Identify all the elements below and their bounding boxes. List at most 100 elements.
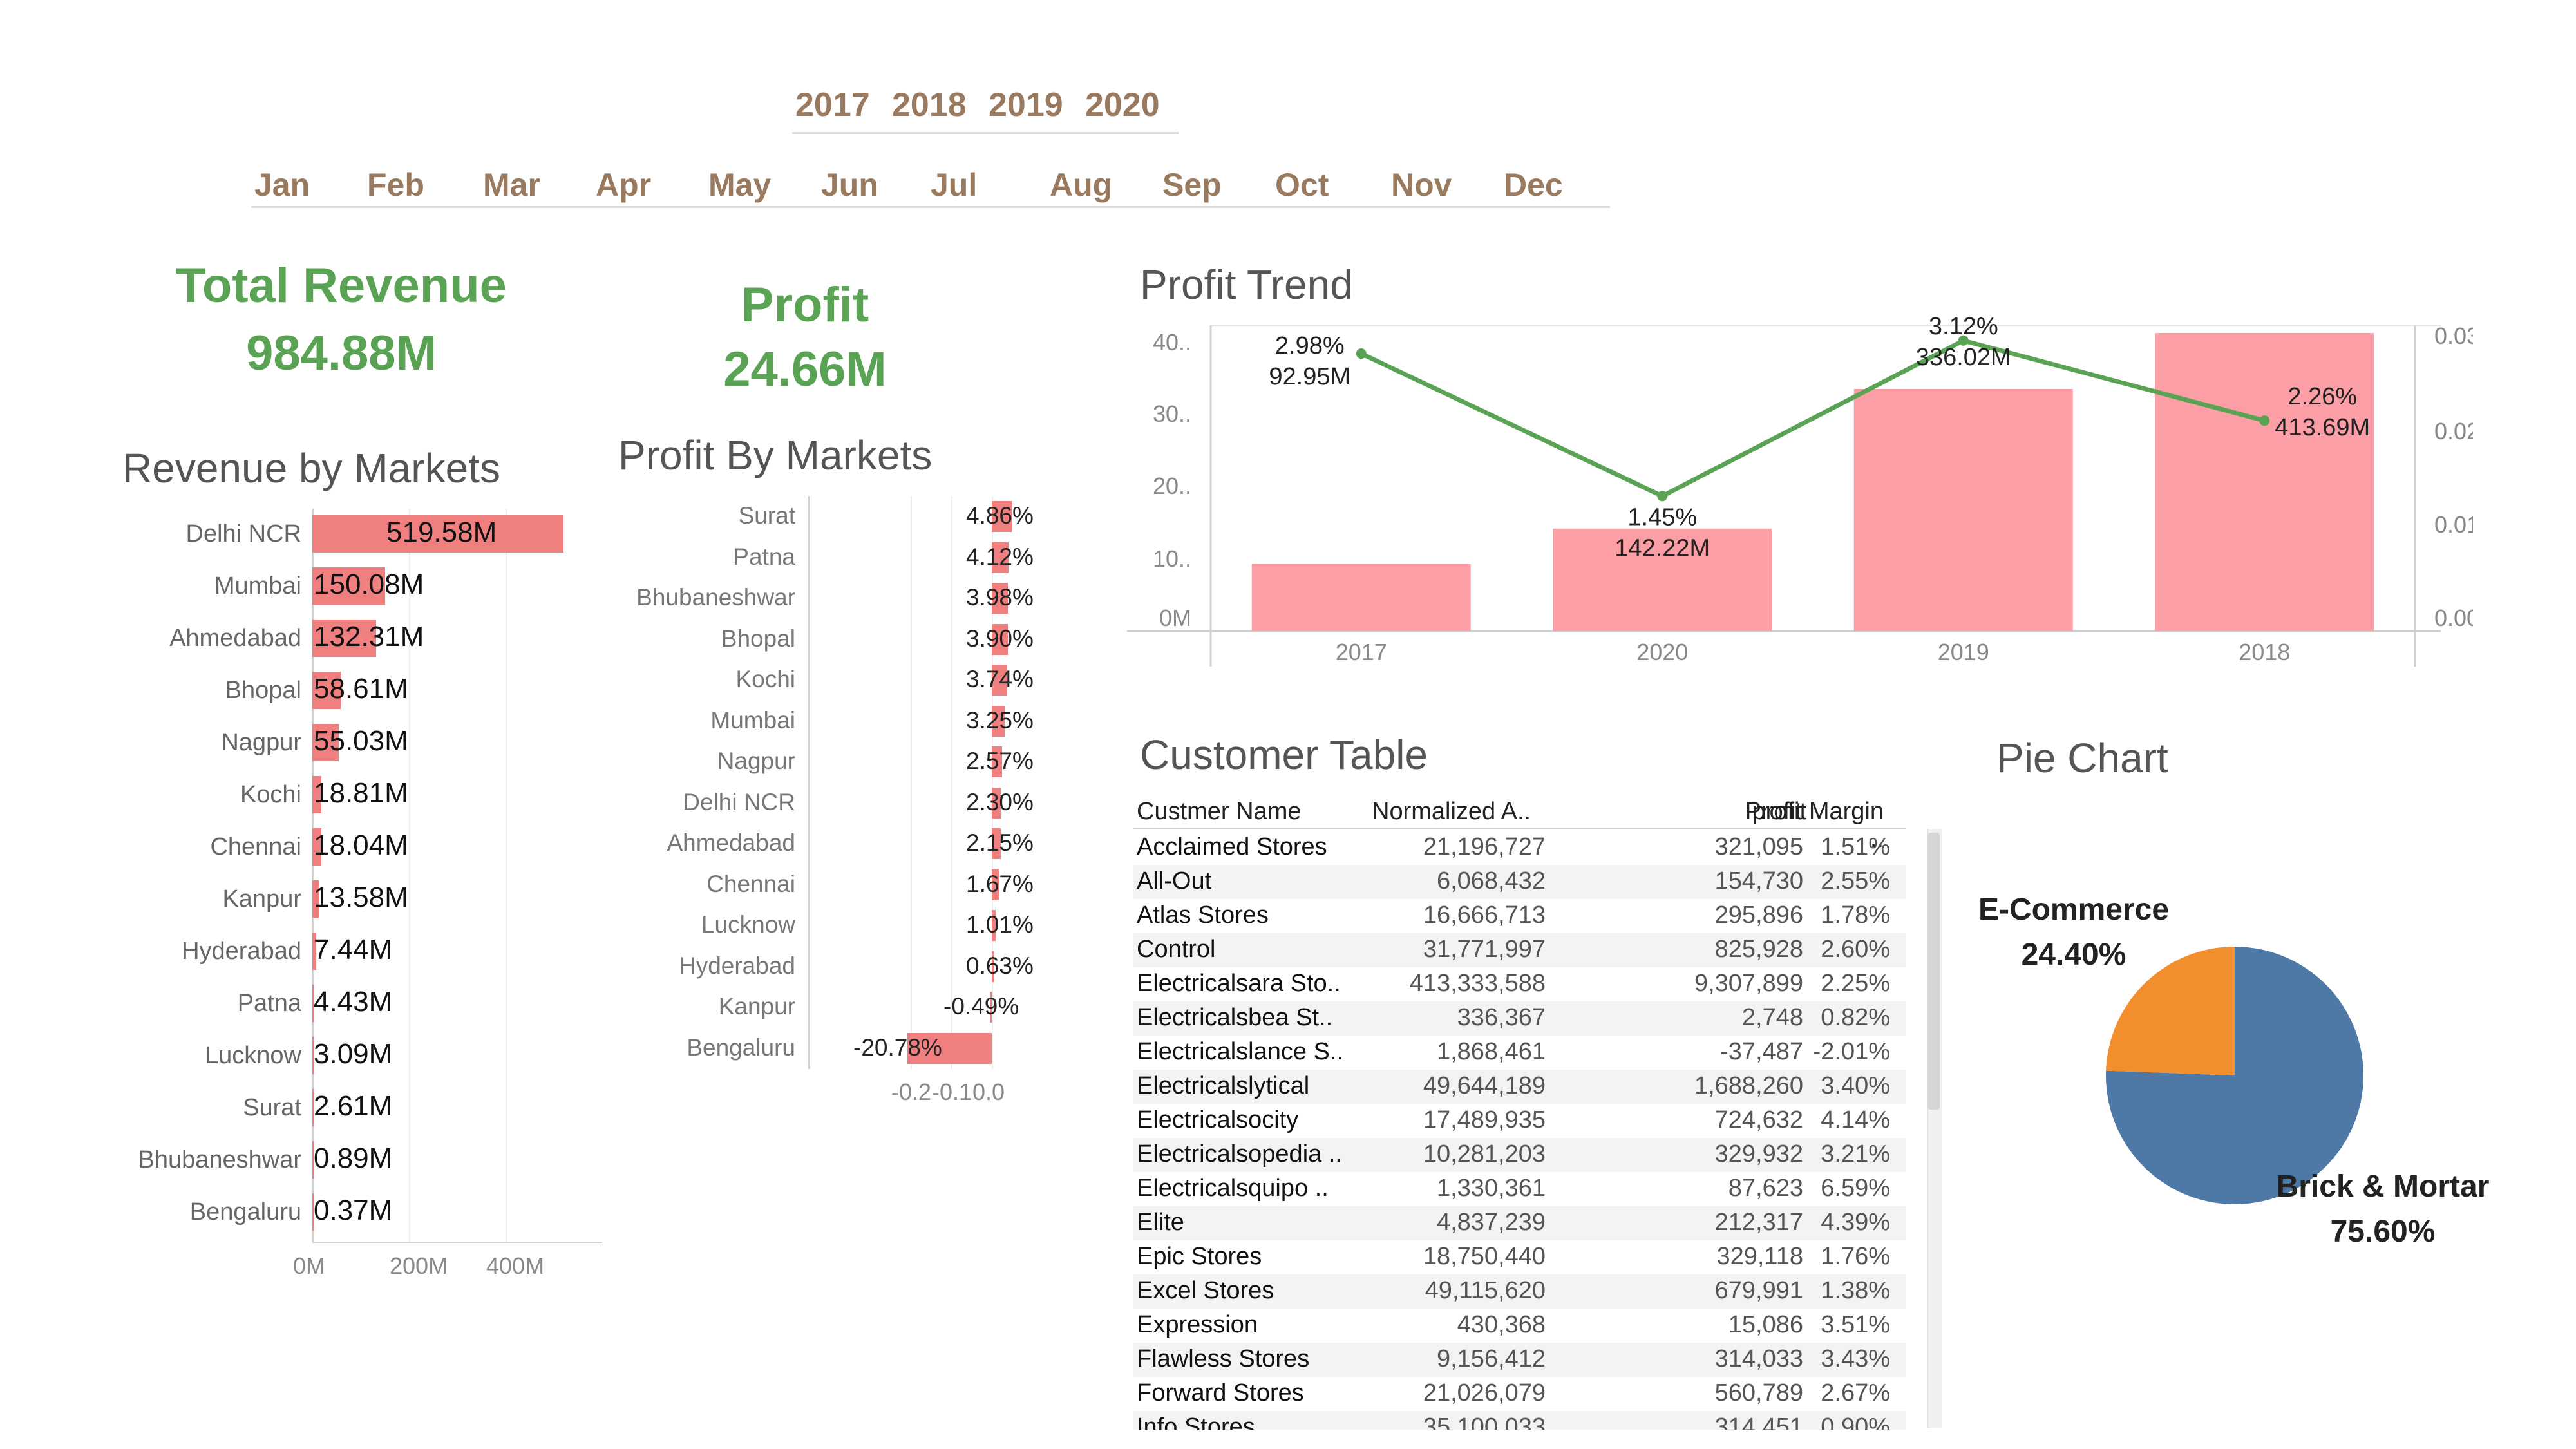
month-filter-may[interactable]: May xyxy=(708,166,771,204)
table-row[interactable]: Electricalslytical 49,644,189 1,688,260 3.4… xyxy=(1133,1070,1906,1104)
revenue-bar-value: 18.04M xyxy=(314,829,408,861)
profit-market-label: Kanpur xyxy=(718,993,795,1019)
year-filter-2019[interactable]: 2019 xyxy=(989,86,1063,124)
table-row[interactable]: Electricalsquipo .. 1,330,361 87,623 6.59% xyxy=(1133,1172,1906,1206)
table-row[interactable]: Atlas Stores 16,666,713 295,896 1.78% xyxy=(1133,899,1906,933)
table-cell: 6.59% xyxy=(1821,1175,1890,1202)
table-cell: 4.14% xyxy=(1821,1106,1890,1133)
profit-bar-value: 2.15% xyxy=(966,829,1034,856)
month-filter-feb[interactable]: Feb xyxy=(367,166,424,204)
month-filter-jan[interactable]: Jan xyxy=(254,166,310,204)
table-row[interactable]: Elite 4,837,239 212,317 4.39% xyxy=(1133,1206,1906,1240)
table-cell: Flawless Stores xyxy=(1137,1345,1310,1372)
table-cell: Electricalsbea St.. xyxy=(1137,1004,1333,1031)
month-filter-oct[interactable]: Oct xyxy=(1275,166,1329,204)
table-cell: Elite xyxy=(1137,1209,1184,1236)
revenue-bar-value: 2.61M xyxy=(314,1090,393,1122)
table-row[interactable]: Excel Stores 49,115,620 679,991 1.38% xyxy=(1133,1274,1906,1309)
table-row[interactable]: Electricalsopedia .. 10,281,203 329,932 3.2… xyxy=(1133,1138,1906,1172)
table-cell: 1.51% xyxy=(1821,833,1890,860)
revenue-market-label: Bhopal xyxy=(225,677,301,704)
pie-label-ecommerce-name: E-Commerce xyxy=(1978,893,2170,927)
table-row[interactable]: Expression 430,368 15,086 3.51% xyxy=(1133,1309,1906,1343)
table-cell: 336,367 xyxy=(1457,1004,1546,1031)
table-cell: 2.60% xyxy=(1821,936,1890,963)
revenue-gridline xyxy=(409,509,410,1243)
table-cell: Control xyxy=(1137,936,1216,963)
profit-bar-value: 2.57% xyxy=(966,748,1034,774)
table-cell: 4.39% xyxy=(1821,1209,1890,1236)
table-row[interactable]: Control 31,771,997 825,928 2.60% xyxy=(1133,933,1906,967)
revenue-x-tick: 0M xyxy=(293,1253,326,1279)
revenue-market-label: Bhubaneshwar xyxy=(138,1146,301,1173)
revenue-bar-value: 4.43M xyxy=(314,986,393,1018)
trend-left-y-tick: 30.. xyxy=(1153,401,1191,427)
table-cell: 10,281,203 xyxy=(1423,1141,1546,1168)
month-filter-jun[interactable]: Jun xyxy=(821,166,878,204)
table-header-1[interactable]: Normalized A.. xyxy=(1372,798,1531,826)
trend-point xyxy=(1657,491,1668,502)
table-cell: Electricalsara Sto.. xyxy=(1137,970,1341,997)
trend-margin-label: 1.45% xyxy=(1627,504,1697,531)
trend-bar-label: 336.02M xyxy=(1916,344,2011,371)
revenue-bar-value: 132.31M xyxy=(314,621,424,652)
profit-bar-value: 3.90% xyxy=(966,625,1034,652)
revenue-bar-value: 3.09M xyxy=(314,1038,393,1070)
month-filter-apr[interactable]: Apr xyxy=(596,166,651,204)
table-row[interactable]: Epic Stores 18,750,440 329,118 1.76% xyxy=(1133,1240,1906,1274)
table-row[interactable]: Electricalsocity 17,489,935 724,632 4.14% xyxy=(1133,1104,1906,1138)
table-scrollbar-thumb[interactable] xyxy=(1928,833,1940,1110)
table-row[interactable]: Acclaimed Stores 21,196,727 321,095 1.51% xyxy=(1133,831,1906,865)
profit-bar-value: 4.12% xyxy=(966,543,1034,570)
month-filter-mar[interactable]: Mar xyxy=(483,166,540,204)
table-cell: 49,644,189 xyxy=(1423,1072,1546,1099)
month-filter-jul[interactable]: Jul xyxy=(931,166,977,204)
table-row[interactable]: All-Out 6,068,432 154,730 2.55% xyxy=(1133,865,1906,899)
profit-bar-value: -20.78% xyxy=(853,1034,942,1061)
profit-axis-line xyxy=(808,496,810,1069)
table-row[interactable]: Electricalsbea St.. 336,367 2,748 0.82% xyxy=(1133,1001,1906,1036)
table-row[interactable]: Info Stores 35,100,033 314,451 0.90% xyxy=(1133,1411,1906,1430)
table-cell: 49,115,620 xyxy=(1425,1277,1546,1304)
trend-bar-2017 xyxy=(1251,564,1471,631)
table-cell: Excel Stores xyxy=(1137,1277,1274,1304)
table-cell: 3.40% xyxy=(1821,1072,1890,1099)
revenue-x-tick: 400M xyxy=(486,1253,545,1279)
month-filter-nov[interactable]: Nov xyxy=(1391,166,1452,204)
month-filter-aug[interactable]: Aug xyxy=(1050,166,1112,204)
revenue-market-label: Patna xyxy=(237,990,301,1017)
table-row[interactable]: Electricalsara Sto.. 413,333,588 9,307,899… xyxy=(1133,967,1906,1001)
revenue-by-markets-title: Revenue by Markets xyxy=(122,445,500,491)
revenue-bar-value: 7.44M xyxy=(314,934,393,965)
table-row[interactable]: Flawless Stores 9,156,412 314,033 3.43% xyxy=(1133,1343,1906,1377)
profit-value: 24.66M xyxy=(723,342,887,397)
table-cell: 3.21% xyxy=(1821,1141,1890,1168)
table-row[interactable]: Electricalslance S.. 1,868,461 -37,487 -2.0… xyxy=(1133,1036,1906,1070)
table-cell: Electricalsquipo .. xyxy=(1137,1175,1329,1202)
table-cell: 430,368 xyxy=(1457,1311,1546,1338)
year-filter-2018[interactable]: 2018 xyxy=(892,86,967,124)
table-row[interactable]: Forward Stores 21,026,079 560,789 2.67% xyxy=(1133,1377,1906,1411)
customer-table-title: Customer Table xyxy=(1140,732,1428,778)
profit-bar-value: 3.98% xyxy=(966,584,1034,611)
table-cell: 3.51% xyxy=(1821,1311,1890,1338)
trend-margin-line xyxy=(1360,338,2266,499)
revenue-gridline xyxy=(506,509,507,1243)
table-cell: Electricalslytical xyxy=(1137,1072,1310,1099)
table-cell: 31,771,997 xyxy=(1423,936,1546,963)
table-cell: 1.78% xyxy=(1821,902,1890,929)
table-header-0[interactable]: Custmer Name xyxy=(1137,798,1302,826)
table-cell: Forward Stores xyxy=(1137,1379,1304,1406)
table-cell: 0.90% xyxy=(1821,1414,1890,1430)
pie-chart-title: Pie Chart xyxy=(1996,735,2168,781)
profit-x-tick: -0.1 xyxy=(932,1079,972,1105)
trend-point xyxy=(2259,415,2270,426)
month-filter-dec[interactable]: Dec xyxy=(1504,166,1563,204)
trend-margin-label: 2.26% xyxy=(2287,383,2357,410)
year-filter-2020[interactable]: 2020 xyxy=(1085,86,1160,124)
month-filter-sep[interactable]: Sep xyxy=(1162,166,1222,204)
year-filter-2017[interactable]: 2017 xyxy=(795,86,870,124)
profit-market-label: Bengaluru xyxy=(687,1034,795,1061)
table-cell: 18,750,440 xyxy=(1423,1243,1546,1270)
profit-x-tick: -0.2 xyxy=(891,1079,932,1105)
